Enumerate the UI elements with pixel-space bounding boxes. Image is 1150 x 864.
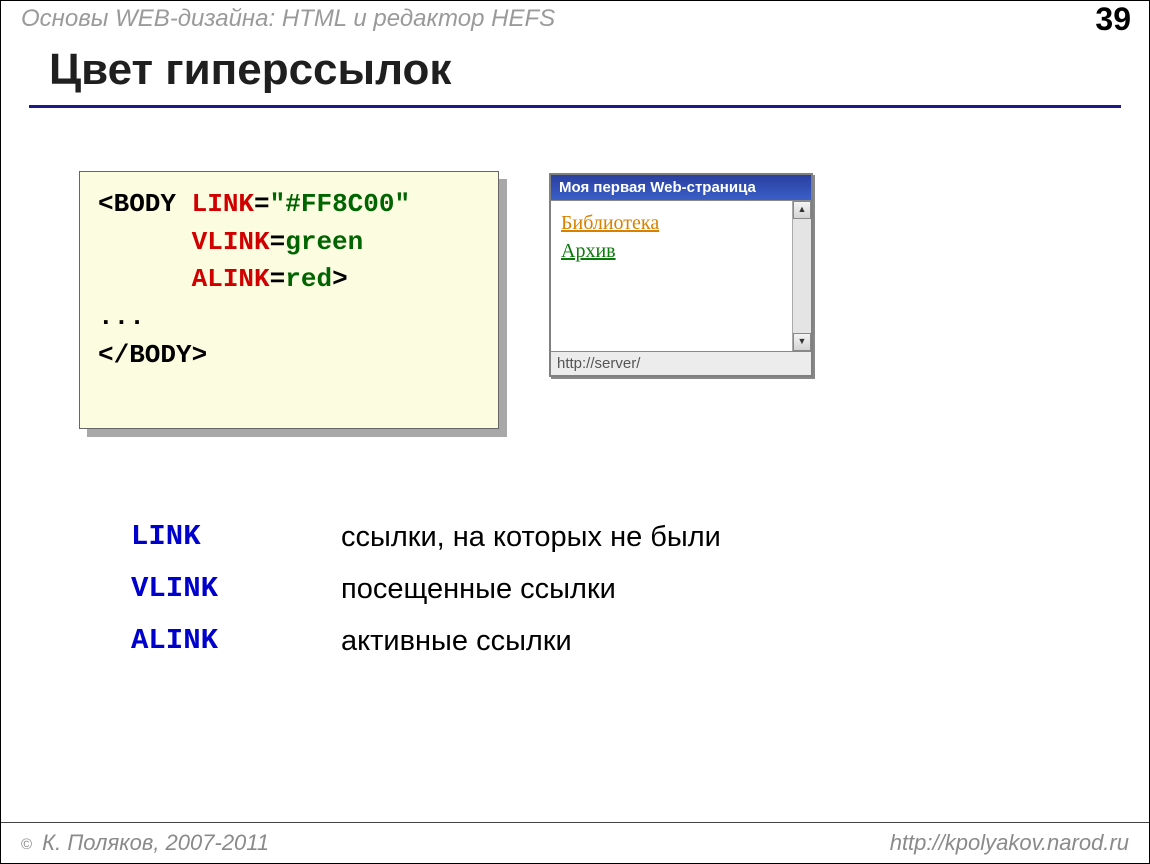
browser-body: Библиотека Архив ▲ ▼: [551, 200, 811, 351]
browser-mock: Моя первая Web-страница Библиотека Архив…: [549, 173, 813, 377]
code-eq2: =: [270, 227, 286, 257]
slide: Основы WEB-дизайна: HTML и редактор HEFS…: [0, 0, 1150, 864]
footer-author-text: К. Поляков, 2007-2011: [36, 830, 269, 855]
code-attr-vlink: VLINK: [192, 227, 270, 257]
browser-content: Библиотека Архив: [551, 201, 811, 273]
browser-statusbar: http://server/: [551, 351, 811, 375]
course-title: Основы WEB-дизайна: HTML и редактор HEFS: [21, 5, 555, 33]
code-ellipsis: ...: [98, 302, 145, 332]
definitions: LINK ссылки, на которых не были VLINK по…: [131, 511, 721, 668]
footer-author: © К. Поляков, 2007-2011: [21, 830, 269, 856]
code-attr-link: LINK: [192, 189, 254, 219]
code-example: <BODY LINK="#FF8C00" VLINK=green ALINK=r…: [79, 171, 499, 429]
def-desc-alink: активные ссылки: [341, 615, 572, 667]
title-rule: [29, 105, 1121, 108]
scroll-up-icon[interactable]: ▲: [793, 201, 811, 219]
headline: Цвет гиперссылок: [49, 45, 451, 95]
definition-row: VLINK посещенные ссылки: [131, 563, 721, 615]
code-eq1: =: [254, 189, 270, 219]
scrollbar[interactable]: ▲ ▼: [792, 201, 811, 351]
footer-url: http://kpolyakov.narod.ru: [890, 830, 1129, 856]
code-val-alink: red: [285, 264, 332, 294]
code-indent2: [98, 227, 192, 257]
header-bar: Основы WEB-дизайна: HTML и редактор HEFS…: [1, 1, 1149, 37]
def-desc-vlink: посещенные ссылки: [341, 563, 616, 615]
page-number: 39: [1095, 1, 1131, 38]
def-desc-link: ссылки, на которых не были: [341, 511, 721, 563]
definition-row: ALINK активные ссылки: [131, 615, 721, 667]
code-attr-alink: ALINK: [192, 264, 270, 294]
code-tag-open: <BODY: [98, 189, 192, 219]
code-close-bracket: >: [332, 264, 348, 294]
code-box: <BODY LINK="#FF8C00" VLINK=green ALINK=r…: [79, 171, 499, 429]
code-indent3: [98, 264, 192, 294]
code-eq3: =: [270, 264, 286, 294]
code-tag-close: </BODY>: [98, 340, 207, 370]
footer: © К. Поляков, 2007-2011 http://kpolyakov…: [1, 822, 1149, 863]
definition-row: LINK ссылки, на которых не были: [131, 511, 721, 563]
def-term-link: LINK: [131, 511, 341, 563]
def-term-vlink: VLINK: [131, 563, 341, 615]
scroll-down-icon[interactable]: ▼: [793, 333, 811, 351]
copyright-icon: ©: [21, 836, 32, 853]
code-val-link: "#FF8C00": [270, 189, 410, 219]
slide-title: Цвет гиперссылок: [49, 45, 451, 95]
browser-link-library[interactable]: Библиотека: [561, 212, 659, 234]
browser-link-archive[interactable]: Архив: [561, 240, 616, 262]
def-term-alink: ALINK: [131, 615, 341, 667]
code-val-vlink: green: [285, 227, 363, 257]
browser-titlebar: Моя первая Web-страница: [551, 175, 811, 200]
